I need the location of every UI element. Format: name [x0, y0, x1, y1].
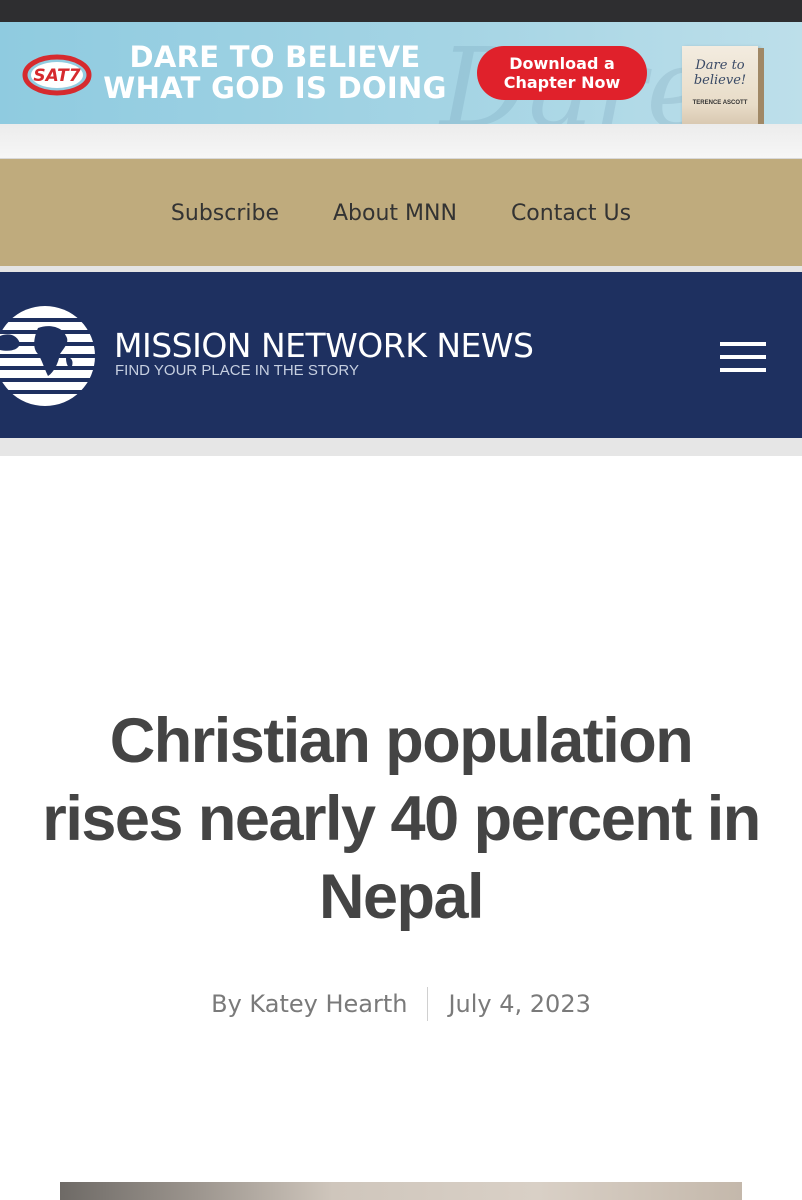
ad-headline-line1: DARE TO BELIEVE [129, 40, 421, 74]
advertisement-banner[interactable]: Dare SAT7 DARE TO BELIEVE WHAT GOD IS DO… [0, 22, 802, 124]
ad-headline-line2: WHAT GOD IS DOING [103, 71, 447, 105]
nav-link-about-mnn[interactable]: About MNN [333, 201, 457, 226]
site-tagline: FIND YOUR PLACE IN THE STORY [115, 362, 359, 379]
book-spine [758, 48, 764, 124]
top-navigation-bar: Subscribe About MNN Contact Us [0, 158, 802, 267]
menu-bar-top [720, 342, 766, 346]
article-hero-image [60, 1182, 742, 1200]
nav-links: Subscribe About MNN Contact Us [0, 159, 802, 267]
header-divider [0, 438, 802, 456]
browser-top-strip [0, 0, 802, 22]
byline-separator [427, 987, 429, 1021]
book-cover-image[interactable]: Dare to believe! TERENCE ASCOTT [682, 46, 764, 124]
ad-separator [0, 124, 802, 158]
ad-headline: DARE TO BELIEVE WHAT GOD IS DOING [100, 42, 450, 104]
article-byline: By Katey Hearth July 4, 2023 [0, 984, 802, 1024]
nav-link-subscribe[interactable]: Subscribe [171, 201, 279, 226]
site-name[interactable]: MISSION NETWORK NEWS [114, 326, 534, 365]
article-title: Christian population rises nearly 40 per… [42, 706, 761, 932]
book-title: Dare to believe! [693, 58, 747, 88]
globe-logo-icon[interactable] [0, 306, 100, 406]
sat7-logo-icon: SAT7 [22, 54, 92, 96]
article-author[interactable]: By Katey Hearth [211, 990, 407, 1018]
cta-line2: Chapter Now [503, 73, 621, 92]
hamburger-menu-icon[interactable] [716, 338, 768, 376]
menu-bar-bottom [720, 368, 766, 372]
sat7-logo-text: SAT7 [33, 66, 80, 86]
menu-bar-middle [720, 355, 766, 359]
book-author: TERENCE ASCOTT [692, 100, 748, 106]
cta-line1: Download a [509, 54, 615, 73]
download-chapter-button[interactable]: Download a Chapter Now [477, 46, 647, 100]
nav-link-contact-us[interactable]: Contact Us [511, 201, 631, 226]
article-date: July 4, 2023 [448, 990, 591, 1018]
